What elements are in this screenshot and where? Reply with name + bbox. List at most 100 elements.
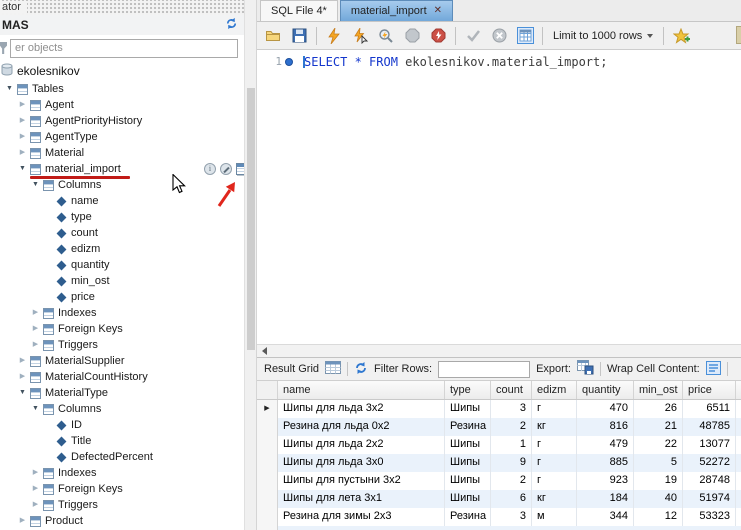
column-header-type[interactable]: type xyxy=(445,381,491,399)
cell-count[interactable]: 3 xyxy=(491,400,532,418)
tree-item-tables[interactable]: ▼Tables xyxy=(0,81,244,97)
cell-count[interactable]: 2 xyxy=(491,472,532,490)
tree-item-product[interactable]: ▶Product xyxy=(0,513,244,529)
cell-name[interactable]: Резина для льда 0x2 xyxy=(278,418,445,436)
column-header-min_ost[interactable]: min_ost xyxy=(634,381,683,399)
tree-item-materialsupplier[interactable]: ▶MaterialSupplier xyxy=(0,353,244,369)
cell-price[interactable]: 28748 xyxy=(683,472,736,490)
cell-edizm[interactable]: кг xyxy=(532,490,577,508)
tree-item-count[interactable]: count xyxy=(0,225,244,241)
tree-item-materialtype[interactable]: ▼MaterialType xyxy=(0,385,244,401)
collapse-arrow-icon[interactable]: ▼ xyxy=(17,161,28,177)
scrollbar-thumb[interactable] xyxy=(247,88,255,350)
row-selector[interactable] xyxy=(257,472,278,490)
cell-type[interactable]: Резина xyxy=(445,418,491,436)
tree-item-agentpriorityhistory[interactable]: ▶AgentPriorityHistory xyxy=(0,113,244,129)
explain-plan-icon[interactable] xyxy=(375,25,397,47)
cell-min_ost[interactable]: 22 xyxy=(634,436,683,454)
cell-edizm[interactable]: м xyxy=(532,508,577,526)
navigator-vertical-scrollbar[interactable] xyxy=(244,0,257,530)
cell-type[interactable]: Шипы xyxy=(445,472,491,490)
save-icon[interactable] xyxy=(288,25,310,47)
expand-arrow-icon[interactable]: ▶ xyxy=(30,305,41,321)
cell-name[interactable]: Шипы для пустыни 3x2 xyxy=(278,472,445,490)
expand-arrow-icon[interactable]: ▶ xyxy=(17,369,28,385)
save-snippet-icon[interactable] xyxy=(670,25,692,47)
tab-sql-file-4[interactable]: SQL File 4* xyxy=(260,0,338,21)
cell-name[interactable]: Резина для зимы 2x3 xyxy=(278,508,445,526)
cell-edizm[interactable]: г xyxy=(532,454,577,472)
filter-rows-input[interactable] xyxy=(438,361,530,378)
cell-price[interactable]: 6511 xyxy=(683,400,736,418)
table-row[interactable]: Шипы для пустыни 3x2Шипы2г9231928748 xyxy=(257,472,741,490)
export-recordset-icon[interactable] xyxy=(577,360,594,378)
column-header-edizm[interactable]: edizm xyxy=(532,381,577,399)
cell-name[interactable]: Шипы для льда 3x2 xyxy=(278,400,445,418)
cell-type[interactable]: Шипы xyxy=(445,490,491,508)
cell-min_ost[interactable]: 5 xyxy=(634,454,683,472)
expand-arrow-icon[interactable]: ▶ xyxy=(30,321,41,337)
cell-count[interactable]: 6 xyxy=(491,490,532,508)
expand-arrow-icon[interactable]: ▶ xyxy=(30,465,41,481)
cell-edizm[interactable]: кг xyxy=(532,418,577,436)
expand-arrow-icon[interactable]: ▶ xyxy=(30,481,41,497)
cell-quantity[interactable]: 184 xyxy=(577,490,634,508)
cell-count[interactable]: 9 xyxy=(491,454,532,472)
tree-item-agent[interactable]: ▶Agent xyxy=(0,97,244,113)
navigator-titlebar[interactable]: ator xyxy=(0,0,244,15)
tree-item-material-import[interactable]: ▼material_importi xyxy=(0,161,244,177)
expand-arrow-icon[interactable]: ▶ xyxy=(17,353,28,369)
table-row[interactable]: Шипы для льда 3x0Шипы9г885552272 xyxy=(257,454,741,472)
expand-arrow-icon[interactable]: ▶ xyxy=(17,113,28,129)
tree-item-quantity[interactable]: quantity xyxy=(0,257,244,273)
cell-edizm[interactable]: г xyxy=(532,400,577,418)
cell-count[interactable]: 1 xyxy=(491,436,532,454)
expand-arrow-icon[interactable]: ▶ xyxy=(17,513,28,529)
row-selector[interactable] xyxy=(257,436,278,454)
expand-arrow-icon[interactable]: ▶ xyxy=(17,97,28,113)
limit-rows-dropdown[interactable]: Limit to 1000 rows xyxy=(549,30,657,42)
row-selector[interactable]: ▶ xyxy=(257,400,278,418)
tree-item-type[interactable]: type xyxy=(0,209,244,225)
open-file-icon[interactable] xyxy=(262,25,284,47)
close-tab-icon[interactable]: ✕ xyxy=(434,6,442,16)
tree-item-foreign-keys[interactable]: ▶Foreign Keys xyxy=(0,481,244,497)
table-maintenance-icon[interactable] xyxy=(220,163,232,175)
tab-material-import[interactable]: material_import ✕ xyxy=(340,0,453,21)
tree-item-columns[interactable]: ▼Columns xyxy=(0,401,244,417)
column-header-name[interactable]: name xyxy=(278,381,445,399)
cell-edizm[interactable]: г xyxy=(532,436,577,454)
tree-item-defectedpercent[interactable]: DefectedPercent xyxy=(0,449,244,465)
column-header-quantity[interactable]: quantity xyxy=(577,381,634,399)
rollback-icon[interactable] xyxy=(488,25,510,47)
tree-item-id[interactable]: ID xyxy=(0,417,244,433)
filter-objects-input[interactable] xyxy=(10,39,238,58)
execute-statement-icon[interactable] xyxy=(349,25,371,47)
cell-name[interactable]: Шипы для льда 2x2 xyxy=(278,436,445,454)
column-header-count[interactable]: count xyxy=(491,381,532,399)
refresh-schemas-icon[interactable] xyxy=(225,17,238,33)
tree-item-material[interactable]: ▶Material xyxy=(0,145,244,161)
table-row[interactable]: Резина для зимы 2x3Резина3м3441253323 xyxy=(257,508,741,526)
tree-item-edizm[interactable]: edizm xyxy=(0,241,244,257)
cell-quantity[interactable]: 470 xyxy=(577,400,634,418)
cell-count[interactable]: 2 xyxy=(491,418,532,436)
collapse-arrow-icon[interactable]: ▼ xyxy=(4,81,15,97)
sql-code-line[interactable]: SELECT * FROM ekolesnikov.material_impor… xyxy=(293,50,607,344)
editor-horizontal-scrollbar[interactable] xyxy=(257,344,741,357)
stop-on-error-toggle-icon[interactable] xyxy=(427,25,449,47)
table-row[interactable]: Шипы для лета 3x1Шипы6кг1844051974 xyxy=(257,490,741,508)
cell-type[interactable]: Резина xyxy=(445,508,491,526)
sql-editor[interactable]: 1 SELECT * FROM ekolesnikov.material_imp… xyxy=(257,50,741,344)
cell-quantity[interactable]: 885 xyxy=(577,454,634,472)
cell-price[interactable]: 13077 xyxy=(683,436,736,454)
column-header-price[interactable]: price xyxy=(683,381,736,399)
expand-arrow-icon[interactable]: ▶ xyxy=(17,145,28,161)
refresh-grid-icon[interactable] xyxy=(354,361,368,378)
stop-icon[interactable] xyxy=(401,25,423,47)
tree-item-columns[interactable]: ▼Columns xyxy=(0,177,244,193)
cell-min_ost[interactable]: 21 xyxy=(634,418,683,436)
cell-min_ost[interactable]: 19 xyxy=(634,472,683,490)
cell-min_ost[interactable]: 26 xyxy=(634,400,683,418)
tree-item-triggers[interactable]: ▶Triggers xyxy=(0,497,244,513)
